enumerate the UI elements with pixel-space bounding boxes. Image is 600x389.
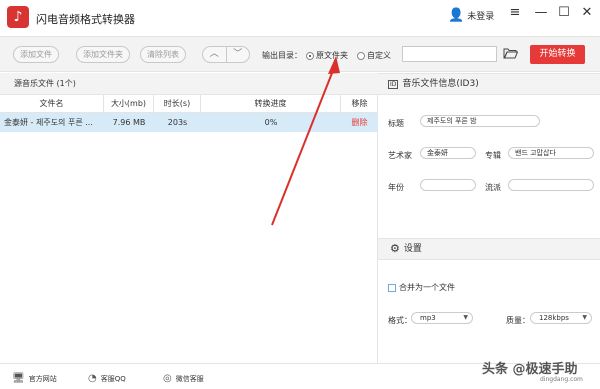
id3-header: ID 音乐文件信息(ID3) [378, 73, 600, 95]
col-remove: 移除 [351, 99, 368, 108]
clear-list-button[interactable]: 清除列表 [140, 46, 186, 63]
move-down-button[interactable]: ﹀ [227, 47, 250, 62]
qq-link[interactable]: ◔ 客服QQ [88, 373, 126, 384]
qq-label: 客服QQ [100, 374, 126, 383]
login-label: 未登录 [467, 12, 495, 22]
year-label: 年份 [388, 183, 404, 192]
artist-field[interactable]: 金泰妍 [420, 147, 476, 159]
qq-icon: ◔ [88, 373, 97, 384]
format-label: 格式： [388, 316, 412, 325]
quality-label: 质量： [506, 316, 530, 325]
move-up-button[interactable]: ︿ [203, 47, 227, 62]
login-link[interactable]: 👤 未登录 [448, 8, 494, 23]
output-dir-label: 输出目录： [262, 51, 302, 60]
title-field[interactable]: 제주도의 푸른 밤 [420, 115, 540, 127]
folder-icon[interactable] [503, 47, 518, 59]
title-bar: ♪ 闪电音频格式转换器 👤 未登录 ≡ — ☐ ✕ [0, 0, 600, 36]
radio-dot [357, 51, 365, 60]
table-row[interactable]: 金泰妍 - 제주도의 푸른 ... 7.96 MB 203s 0% 删除 [0, 113, 378, 132]
col-size: 大小(mb) [104, 95, 154, 113]
quality-select[interactable]: 128kbps ▼ [530, 312, 592, 324]
radio-source-folder[interactable]: 原文件夹 [306, 50, 348, 61]
title-label: 标题 [388, 119, 404, 128]
radio-custom-label: 自定义 [367, 51, 391, 60]
add-file-button[interactable]: 添加文件 [13, 46, 59, 63]
app-logo-icon: ♪ [7, 6, 29, 28]
quality-value: 128kbps [539, 314, 569, 322]
checkbox-box [388, 283, 396, 292]
col-progress: 转换进度 [201, 95, 341, 113]
gear-icon: ⚙ [390, 242, 400, 255]
minimize-button[interactable]: — [533, 5, 549, 21]
merge-checkbox[interactable]: 合并为一个文件 [388, 282, 455, 293]
cell-size: 7.96 MB [112, 118, 146, 127]
reorder-buttons: ︿ ﹀ [202, 46, 250, 63]
info-pane: ID 音乐文件信息(ID3) 标题 제주도의 푸른 밤 艺术家 金泰妍 专辑 밴… [378, 73, 600, 363]
radio-dot-selected [306, 51, 314, 60]
cell-duration: 203s [167, 118, 188, 127]
col-filename: 文件名 [0, 95, 104, 113]
cell-progress: 0% [264, 118, 278, 127]
table-header: 文件名 大小(mb) 时长(s) 转换进度 移除 [0, 95, 378, 113]
start-convert-button[interactable]: 开始转换 [530, 45, 585, 64]
output-path-input[interactable] [402, 46, 497, 62]
format-select[interactable]: mp3 ▼ [411, 312, 473, 324]
file-list-header: 源音乐文件 (1个) [0, 73, 378, 95]
wechat-link[interactable]: ◎ 微信客服 [163, 373, 204, 384]
radio-custom[interactable]: 自定义 [357, 50, 391, 61]
maximize-button[interactable]: ☐ [556, 5, 572, 21]
watermark-text: 头条 @极速手助 [482, 362, 578, 377]
settings-header: ⚙ 设置 [378, 238, 600, 260]
year-field[interactable] [420, 179, 476, 191]
monitor-icon: 🖥 [12, 373, 25, 384]
chevron-down-icon: ▼ [582, 314, 587, 321]
merge-label: 合并为一个文件 [399, 283, 455, 292]
genre-label: 流派 [485, 183, 501, 192]
album-label: 专辑 [485, 151, 501, 160]
menu-button[interactable]: ≡ [507, 5, 523, 21]
toolbar: 添加文件 添加文件夹 清除列表 ︿ ﹀ 输出目录： 原文件夹 自定义 开始转换 [0, 36, 600, 72]
genre-field[interactable] [508, 179, 594, 191]
album-field[interactable]: 밴드 고맙삽다 [508, 147, 594, 159]
cell-filename: 金泰妍 - 제주도의 푸른 ... [4, 118, 93, 127]
delete-link[interactable]: 删除 [341, 113, 378, 132]
col-duration: 时长(s) [154, 95, 201, 113]
radio-source-label: 原文件夹 [316, 51, 348, 60]
chevron-down-icon: ▼ [463, 314, 468, 321]
id-badge-icon: ID [388, 79, 399, 89]
file-list-pane: 源音乐文件 (1个) 文件名 大小(mb) 时长(s) 转换进度 移除 金泰妍 … [0, 73, 378, 363]
website-label: 官方网站 [28, 374, 57, 383]
close-button[interactable]: ✕ [579, 5, 595, 21]
format-value: mp3 [420, 314, 436, 322]
website-link[interactable]: 🖥 官方网站 [12, 373, 57, 384]
wechat-icon: ◎ [163, 373, 172, 384]
add-folder-button[interactable]: 添加文件夹 [76, 46, 130, 63]
user-icon: 👤 [448, 8, 465, 23]
id3-header-label: 音乐文件信息(ID3) [402, 79, 479, 89]
settings-header-label: 设置 [403, 244, 422, 254]
artist-label: 艺术家 [388, 151, 412, 160]
app-title: 闪电音频格式转换器 [36, 13, 135, 26]
watermark-sub: dingdang.com [540, 376, 583, 383]
wechat-label: 微信客服 [175, 374, 204, 383]
